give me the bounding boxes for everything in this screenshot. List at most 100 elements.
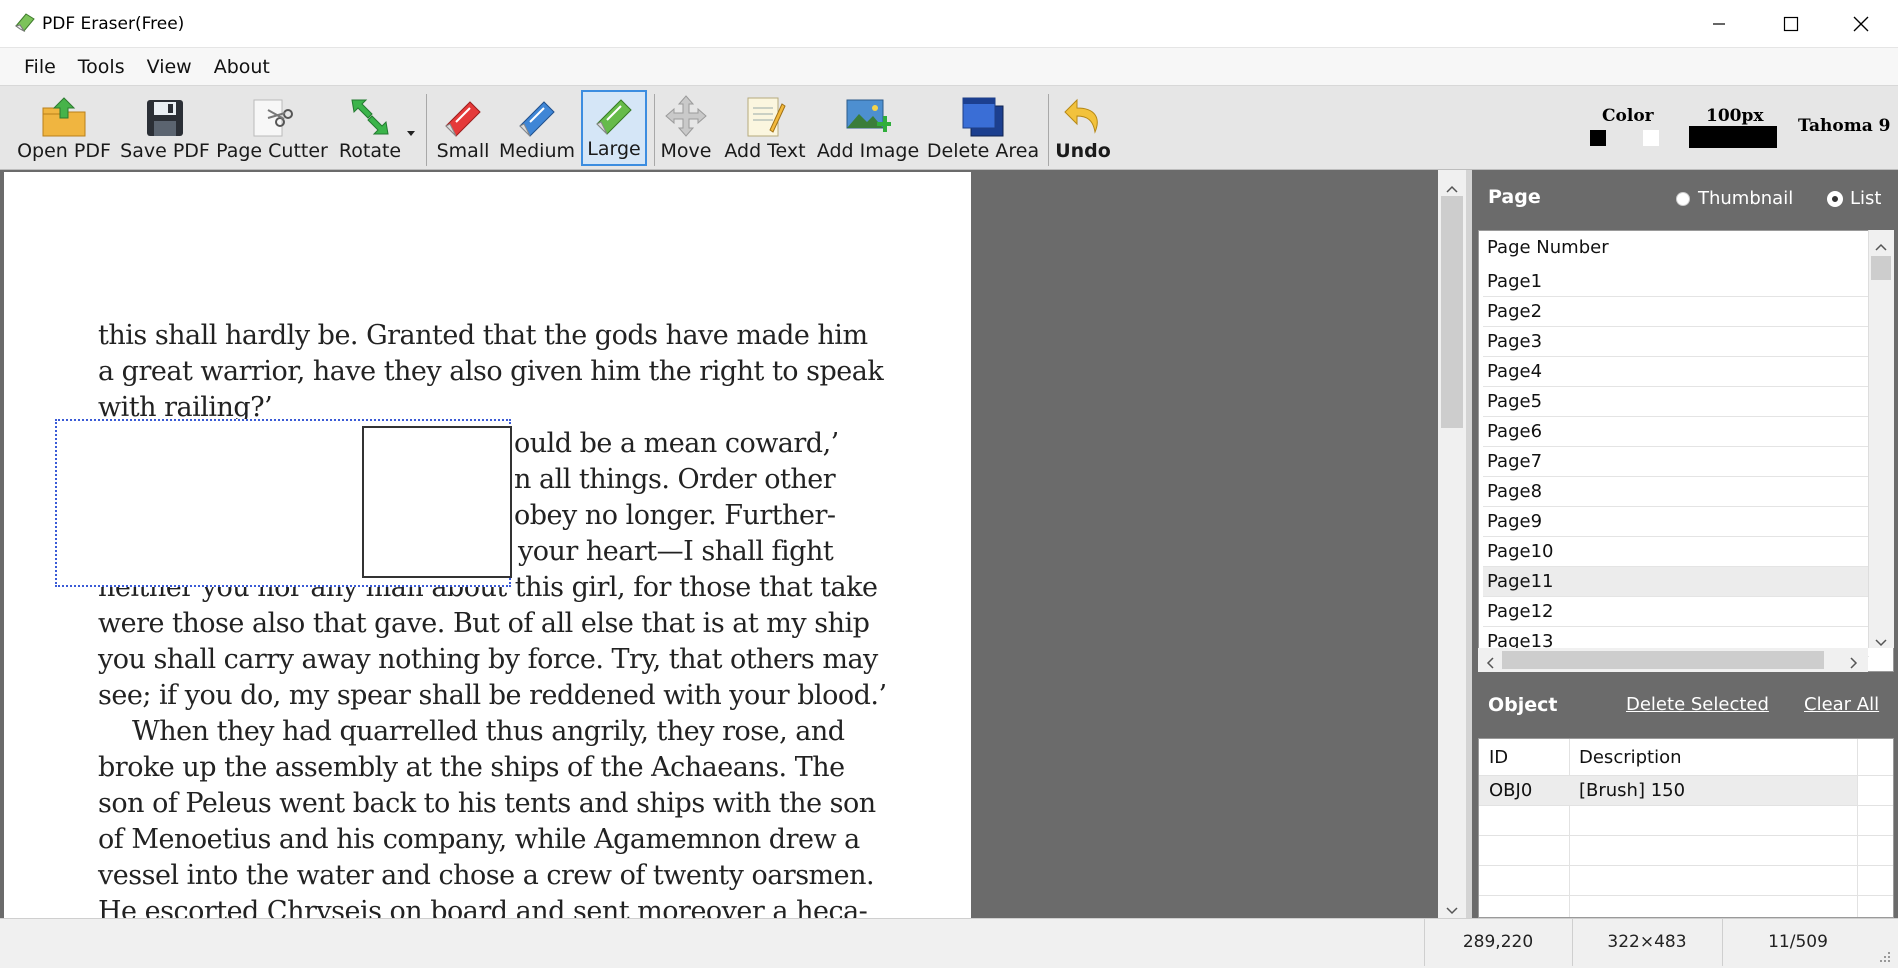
page-panel-title: Page (1488, 186, 1541, 208)
text-line: you shall carry away nothing by force. T… (98, 644, 878, 675)
brush-size-label: 100px (1706, 106, 1764, 126)
save-pdf-button[interactable]: Save PDF (120, 90, 210, 166)
eraser-app-icon (14, 12, 36, 36)
toolbar-separator (426, 94, 427, 166)
scroll-down-icon[interactable] (1875, 632, 1887, 651)
resize-grip-icon[interactable] (1878, 949, 1892, 968)
font-selector[interactable]: Tahoma 9 (1798, 116, 1891, 136)
brush-cursor (362, 426, 512, 578)
text-line: this shall hardly be. Granted that the g… (98, 320, 868, 351)
page-list-item[interactable]: Page8 (1483, 477, 1869, 507)
status-bar: 289,220 322×483 11/509 (0, 918, 1898, 966)
scroll-left-icon[interactable] (1486, 654, 1494, 673)
move-arrows-icon (663, 92, 709, 138)
medium-eraser-button[interactable]: Medium (499, 90, 575, 166)
page-number-column-header[interactable]: Page Number (1487, 237, 1609, 258)
page-list-item[interactable]: Page1 (1483, 267, 1869, 297)
maximize-button[interactable] (1756, 0, 1826, 48)
page-list-item[interactable]: Page12 (1483, 597, 1869, 627)
move-button[interactable]: Move (660, 90, 712, 166)
page-list-vertical-scrollbar[interactable] (1868, 230, 1894, 648)
add-text-button[interactable]: Add Text (722, 90, 808, 166)
primary-color-swatch[interactable] (1590, 130, 1606, 146)
list-radio[interactable]: List (1828, 188, 1881, 209)
page-list-item-selected[interactable]: Page11 (1483, 567, 1869, 597)
text-line: a great warrior, have they also given hi… (98, 356, 884, 387)
text-line: see; if you do, my spear shall be redden… (98, 680, 887, 711)
undo-button[interactable]: Undo (1055, 90, 1111, 166)
menu-tools[interactable]: Tools (78, 56, 125, 78)
scroll-up-icon[interactable] (1446, 178, 1458, 197)
toolbar-separator (654, 94, 655, 166)
object-description-cell: [Brush] 150 (1579, 780, 1686, 801)
toolbar-separator (1048, 94, 1049, 166)
radio-unchecked-icon (1676, 191, 1690, 206)
text-line: When they had quarrelled thus angrily, t… (132, 716, 845, 747)
rotate-button[interactable]: Rotate (334, 90, 406, 166)
menu-bar: File Tools View About (0, 48, 1898, 86)
blue-eraser-icon (514, 92, 560, 138)
notepad-pencil-icon (742, 92, 788, 138)
small-eraser-button[interactable]: Small (434, 90, 492, 166)
text-line: of Menoetius and his company, while Agam… (98, 824, 860, 855)
add-image-button[interactable]: Add Image (817, 90, 919, 166)
page-list-item[interactable]: Page10 (1483, 537, 1869, 567)
title-bar: PDF Eraser(Free) (0, 0, 1898, 48)
brush-size-preview[interactable] (1689, 126, 1777, 148)
menu-file[interactable]: File (24, 56, 56, 78)
description-column-header[interactable]: Description (1579, 747, 1682, 768)
column-divider (1857, 739, 1858, 917)
text-line: n all things. Order other (514, 464, 836, 495)
row-divider (1479, 895, 1893, 896)
open-folder-icon (41, 92, 87, 138)
minimize-button[interactable] (1684, 0, 1754, 48)
page-list[interactable]: Page Number Page1 Page2 Page3 Page4 Page… (1478, 230, 1894, 672)
object-table[interactable]: ID Description OBJ0 [Brush] 150 (1478, 738, 1894, 918)
page-list-item[interactable]: Page3 (1483, 327, 1869, 357)
red-eraser-icon (440, 92, 486, 138)
undo-arrow-icon (1060, 92, 1106, 138)
page-list-item[interactable]: Page4 (1483, 357, 1869, 387)
delete-selected-link[interactable]: Delete Selected (1626, 694, 1769, 715)
page-list-item[interactable]: Page9 (1483, 507, 1869, 537)
scroll-up-icon[interactable] (1875, 236, 1887, 255)
window-title: PDF Eraser(Free) (42, 14, 185, 34)
large-eraser-button[interactable]: Large (581, 90, 647, 166)
page-list-scroll-thumb[interactable] (1871, 256, 1891, 280)
close-button[interactable] (1826, 0, 1896, 48)
page-list-item[interactable]: Page2 (1483, 297, 1869, 327)
open-pdf-button[interactable]: Open PDF (17, 90, 111, 166)
page-list-item[interactable]: Page5 (1483, 387, 1869, 417)
text-line: broke up the assembly at the ships of th… (98, 752, 845, 783)
text-line: your heart—I shall fight (518, 536, 834, 567)
document-scroll-thumb[interactable] (1441, 196, 1463, 428)
green-eraser-icon (591, 92, 637, 136)
page-list-item[interactable]: Page7 (1483, 447, 1869, 477)
menu-about[interactable]: About (214, 56, 270, 78)
column-divider (1569, 739, 1570, 917)
delete-area-button[interactable]: Delete Area (927, 90, 1039, 166)
cursor-position: 289,220 (1424, 919, 1571, 966)
scissors-page-icon (249, 92, 295, 138)
text-line: vessel into the water and chose a crew o… (98, 860, 875, 891)
radio-checked-icon (1828, 191, 1842, 206)
scroll-down-icon[interactable] (1446, 900, 1458, 919)
page-list-horizontal-thumb[interactable] (1502, 651, 1824, 669)
scroll-right-icon[interactable] (1850, 654, 1858, 673)
id-column-header[interactable]: ID (1489, 747, 1508, 768)
page-list-item[interactable]: Page6 (1483, 417, 1869, 447)
stacked-windows-icon (960, 92, 1006, 138)
row-divider (1479, 865, 1893, 866)
toolbar: Open PDF Save PDF Page Cutter Rotate Sma… (0, 86, 1898, 170)
menu-view[interactable]: View (147, 56, 192, 78)
page-cutter-button[interactable]: Page Cutter (216, 90, 328, 166)
rotate-dropdown-arrow-icon[interactable] (406, 122, 416, 141)
clear-all-link[interactable]: Clear All (1804, 694, 1879, 715)
page-size: 322×483 (1572, 919, 1721, 966)
secondary-color-swatch[interactable] (1643, 130, 1659, 146)
page-index: 11/509 (1722, 919, 1873, 966)
text-line: obey no longer. Further- (514, 500, 836, 531)
rotate-arrows-icon (347, 92, 393, 138)
thumbnail-radio[interactable]: Thumbnail (1676, 188, 1793, 209)
text-line: son of Peleus went back to his tents and… (98, 788, 876, 819)
